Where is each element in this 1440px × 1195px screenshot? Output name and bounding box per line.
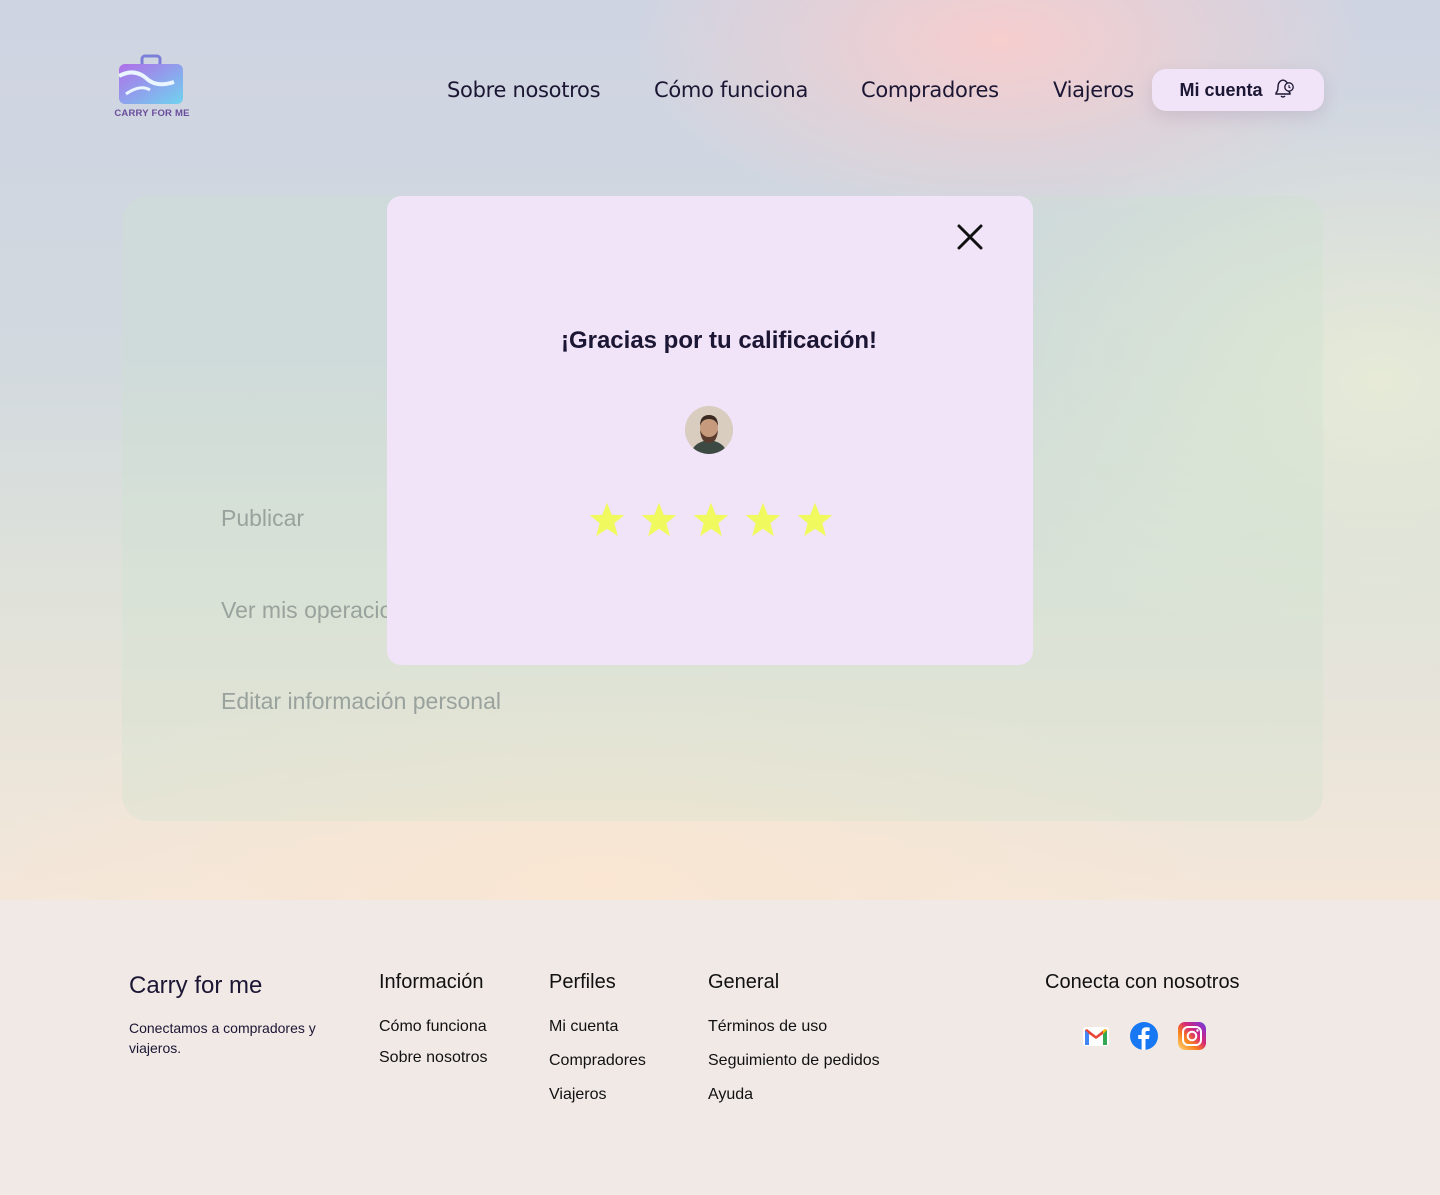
footer-heading-general: General: [708, 971, 780, 993]
star-icon[interactable]: [589, 502, 625, 538]
star-icon[interactable]: [745, 502, 781, 538]
footer-heading-social: Conecta con nosotros: [1045, 971, 1240, 993]
site-footer: Carry for me Conectamos a compradores y …: [0, 900, 1440, 1195]
footer-link-seguimiento[interactable]: Seguimiento de pedidos: [708, 1052, 880, 1070]
account-button[interactable]: Mi cuenta: [1152, 69, 1324, 111]
star-icon[interactable]: [693, 502, 729, 538]
nav-compradores[interactable]: Compradores: [861, 78, 999, 102]
footer-link-compradores[interactable]: Compradores: [549, 1052, 646, 1070]
account-label: Mi cuenta: [1179, 79, 1263, 100]
nav-viajeros[interactable]: Viajeros: [1053, 78, 1134, 102]
instagram-icon[interactable]: [1177, 1021, 1207, 1051]
footer-link-mi-cuenta[interactable]: Mi cuenta: [549, 1018, 618, 1036]
menu-editar-informacion[interactable]: Editar información personal: [221, 688, 501, 715]
footer-tagline: Conectamos a compradores y viajeros.: [129, 1020, 316, 1056]
footer-brand: Carry for me: [129, 972, 263, 999]
rating-stars: [589, 502, 849, 542]
star-icon[interactable]: [797, 502, 833, 538]
footer-heading-perfiles: Perfiles: [549, 971, 616, 993]
footer-heading-informacion: Información: [379, 971, 484, 993]
user-avatar: [685, 406, 733, 454]
footer-link-sobre-nosotros[interactable]: Sobre nosotros: [379, 1049, 488, 1067]
site-header: CARRY FOR ME Sobre nosotros Cómo funcion…: [0, 0, 1440, 160]
gmail-icon[interactable]: [1081, 1021, 1111, 1051]
logo-text: CARRY FOR ME: [114, 108, 190, 119]
modal-title: ¡Gracias por tu calificación!: [560, 327, 878, 354]
footer-link-terminos[interactable]: Términos de uso: [708, 1018, 827, 1036]
bell-clock-icon: [1271, 75, 1297, 106]
footer-link-viajeros[interactable]: Viajeros: [549, 1086, 607, 1104]
nav-como-funciona[interactable]: Cómo funciona: [654, 78, 808, 102]
footer-link-ayuda[interactable]: Ayuda: [708, 1086, 753, 1104]
rating-modal: ¡Gracias por tu calificación!: [387, 196, 1033, 665]
facebook-icon[interactable]: [1129, 1021, 1159, 1051]
close-icon[interactable]: [955, 222, 985, 252]
nav-sobre-nosotros[interactable]: Sobre nosotros: [447, 78, 601, 102]
star-icon[interactable]: [641, 502, 677, 538]
footer-link-como-funciona[interactable]: Cómo funciona: [379, 1018, 487, 1036]
menu-publicar[interactable]: Publicar: [221, 505, 304, 532]
